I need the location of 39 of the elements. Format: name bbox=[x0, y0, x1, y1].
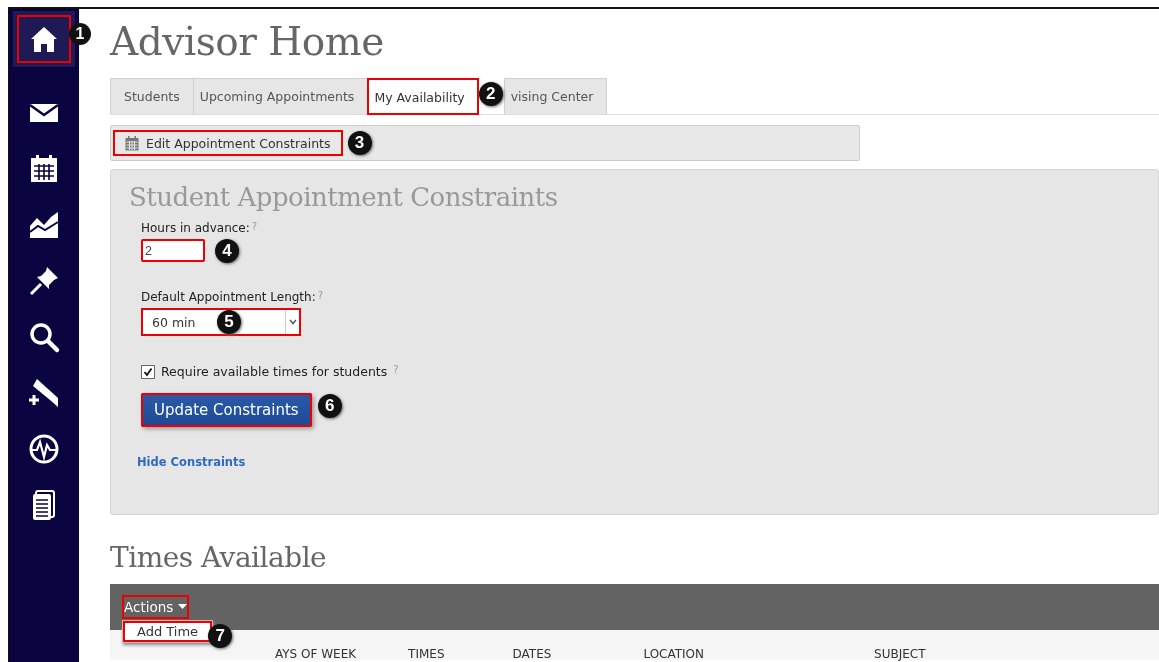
section-title: Times Available bbox=[110, 541, 328, 574]
caret-icon bbox=[289, 319, 297, 325]
tab[interactable]: Upcoming Appointments bbox=[192, 78, 369, 114]
tab[interactable]: vising Center bbox=[503, 78, 608, 114]
edit-constraints-button[interactable]: Edit Appointment Constraints bbox=[113, 130, 343, 156]
search-icon bbox=[27, 320, 61, 354]
callout-badge: 6 bbox=[317, 394, 342, 418]
help-mark: ? bbox=[251, 221, 258, 232]
help-mark: ? bbox=[317, 290, 324, 301]
pulse-icon bbox=[27, 432, 61, 466]
bookmark-icon bbox=[27, 376, 61, 410]
tab[interactable]: My Availability bbox=[367, 78, 479, 115]
callout-badge: 7 bbox=[208, 623, 233, 648]
callout-badge: 2 bbox=[478, 81, 503, 106]
menu-item[interactable]: Add Time bbox=[123, 621, 213, 642]
calendar-icon bbox=[125, 135, 139, 151]
hide-constraints-link[interactable]: Hide Constraints bbox=[137, 455, 246, 469]
column-header: SUBJECT bbox=[874, 648, 926, 660]
callout-badge: 4 bbox=[215, 238, 239, 263]
pin-icon bbox=[27, 264, 61, 298]
column-header: DATES bbox=[512, 648, 552, 660]
callout-badge: 1 bbox=[69, 23, 91, 45]
section-title: Student Appointment Constraints bbox=[129, 182, 559, 212]
update-constraints-button[interactable]: Update Constraints bbox=[141, 393, 312, 427]
nav-item[interactable] bbox=[13, 11, 75, 67]
field-label: Default Appointment Length: bbox=[141, 290, 316, 304]
help-mark: ? bbox=[393, 364, 399, 375]
checkbox[interactable] bbox=[141, 365, 155, 379]
actions-dropdown[interactable]: Actions bbox=[122, 595, 190, 619]
checkbox-label: Require available times for students bbox=[161, 364, 388, 379]
column-header: LOCATION bbox=[643, 648, 705, 660]
tab[interactable]: Students bbox=[110, 78, 194, 114]
callout-badge: 3 bbox=[347, 131, 372, 155]
column-header: AYS OF WEEK bbox=[275, 648, 357, 660]
field-label: Hours in advance: bbox=[141, 221, 250, 235]
hours-field[interactable]: 2 bbox=[141, 239, 205, 262]
column-header: TIMES bbox=[408, 648, 445, 660]
page-title: Advisor Home bbox=[110, 19, 385, 64]
caret-icon bbox=[178, 604, 188, 610]
